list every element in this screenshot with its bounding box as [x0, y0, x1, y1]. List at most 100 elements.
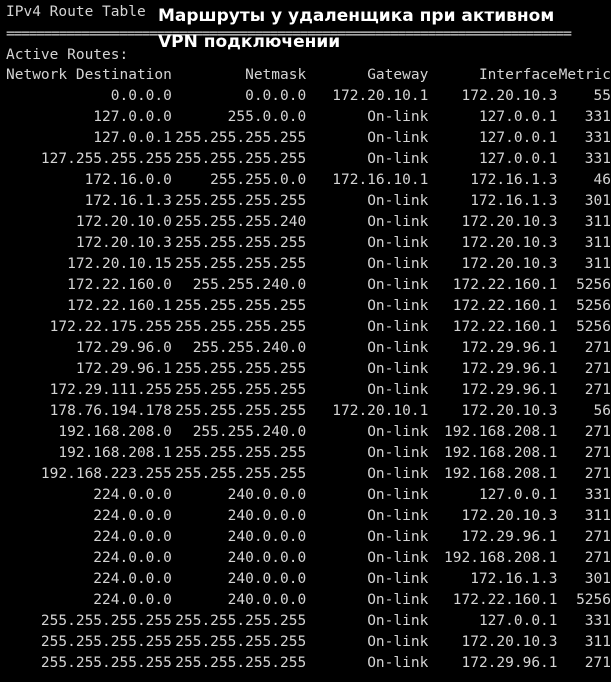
- cell-netmask: 0.0.0.0: [245, 88, 307, 104]
- active-routes-label: Active Routes:: [6, 47, 129, 63]
- table-row: 127.0.0.0 255.0.0.0 On-link 127.0.0.1 331: [6, 107, 611, 128]
- table-row: 224.0.0.0 240.0.0.0 On-link 172.22.160.1 525…: [6, 590, 611, 611]
- cell-interface: 127.0.0.1: [478, 130, 558, 146]
- table-row: 224.0.0.0 240.0.0.0 On-link 127.0.0.1 331: [6, 485, 611, 506]
- cell-gateway: On-link: [367, 235, 429, 251]
- table-row: 172.16.1.3 255.255.255.255 On-link 172.16.1…: [6, 191, 611, 212]
- cell-netmask: 255.255.255.255: [175, 361, 307, 377]
- table-row: 255.255.255.255 255.255.255.255 On-link 172…: [6, 653, 611, 674]
- cell-interface: 172.29.96.1: [461, 529, 558, 545]
- table-row: 127.255.255.255 255.255.255.255 On-link 127…: [6, 149, 611, 170]
- cell-netmask: 255.255.255.255: [175, 298, 307, 314]
- cell-network-destination: 127.255.255.255: [40, 151, 172, 167]
- cell-interface: 172.22.160.1: [452, 277, 558, 293]
- cell-metric: 301: [584, 571, 611, 587]
- cell-gateway: On-link: [367, 382, 429, 398]
- cell-gateway: On-link: [367, 151, 429, 167]
- cell-network-destination: 172.22.175.255: [49, 319, 172, 335]
- cell-network-destination: 224.0.0.0: [93, 571, 172, 587]
- cell-netmask: 255.255.255.255: [175, 382, 307, 398]
- table-row: 172.20.10.15 255.255.255.255 On-link 172.20…: [6, 254, 611, 275]
- cell-gateway: On-link: [367, 361, 429, 377]
- table-row: 224.0.0.0 240.0.0.0 On-link 172.20.10.3 311: [6, 506, 611, 527]
- cell-metric: 271: [584, 424, 611, 440]
- cell-network-destination: 224.0.0.0: [93, 592, 172, 608]
- cell-gateway: On-link: [367, 571, 429, 587]
- cell-metric: 331: [584, 487, 611, 503]
- cell-gateway: On-link: [367, 193, 429, 209]
- cell-netmask: 255.255.255.255: [175, 613, 307, 629]
- cell-gateway: On-link: [367, 445, 429, 461]
- cell-metric: 311: [584, 634, 611, 650]
- cell-netmask: 255.255.255.255: [175, 445, 307, 461]
- cell-interface: 172.29.96.1: [461, 340, 558, 356]
- table-row: 224.0.0.0 240.0.0.0 On-link 172.29.96.1 271: [6, 527, 611, 548]
- cell-gateway: On-link: [367, 130, 429, 146]
- routes-table: Network Destination Netmask Gateway Inte…: [6, 65, 611, 674]
- cell-metric: 56: [593, 403, 611, 419]
- cell-network-destination: 224.0.0.0: [93, 529, 172, 545]
- cell-interface: 192.168.208.1: [444, 424, 558, 440]
- header-netmask: Netmask: [245, 67, 307, 83]
- cell-gateway: On-link: [367, 214, 429, 230]
- cell-metric: 331: [584, 151, 611, 167]
- cell-network-destination: 172.22.160.1: [67, 298, 172, 314]
- cell-interface: 172.22.160.1: [452, 592, 558, 608]
- table-row: 172.20.10.0 255.255.255.240 On-link 172.20.…: [6, 212, 611, 233]
- cell-interface: 172.22.160.1: [452, 319, 558, 335]
- cell-metric: 271: [584, 529, 611, 545]
- cell-interface: 127.0.0.1: [478, 613, 558, 629]
- cell-netmask: 255.255.255.255: [175, 319, 307, 335]
- cell-netmask: 255.255.255.255: [175, 403, 307, 419]
- cell-metric: 271: [584, 340, 611, 356]
- cell-network-destination: 178.76.194.178: [49, 403, 172, 419]
- cell-metric: 271: [584, 466, 611, 482]
- table-row: 224.0.0.0 240.0.0.0 On-link 192.168.208.1 27…: [6, 548, 611, 569]
- cell-network-destination: 224.0.0.0: [93, 487, 172, 503]
- cell-network-destination: 255.255.255.255: [40, 613, 172, 629]
- cell-netmask: 240.0.0.0: [227, 529, 307, 545]
- table-row: 172.16.0.0 255.255.0.0 172.16.10.1 172.16.1…: [6, 170, 611, 191]
- cell-metric: 46: [593, 172, 611, 188]
- cell-interface: 127.0.0.1: [478, 487, 558, 503]
- header-gateway: Gateway: [367, 67, 429, 83]
- table-row: 172.29.96.0 255.255.240.0 On-link 172.29.96…: [6, 338, 611, 359]
- cell-gateway: On-link: [367, 298, 429, 314]
- cell-gateway: On-link: [367, 466, 429, 482]
- cell-netmask: 255.255.255.255: [175, 235, 307, 251]
- table-row: 172.29.96.1 255.255.255.255 On-link 172.29.…: [6, 359, 611, 380]
- cell-gateway: On-link: [367, 487, 429, 503]
- table-row: 0.0.0.0 0.0.0.0 172.20.10.1 172.20.10.3 55: [6, 86, 611, 107]
- cell-netmask: 255.255.0.0: [210, 172, 307, 188]
- table-row: 192.168.223.255 255.255.255.255 On-link 192…: [6, 464, 611, 485]
- table-row: 255.255.255.255 255.255.255.255 On-link 172…: [6, 632, 611, 653]
- table-row: 255.255.255.255 255.255.255.255 On-link 127…: [6, 611, 611, 632]
- routes-table-body: 0.0.0.0 0.0.0.0 172.20.10.1 172.20.10.3 55 12…: [6, 86, 611, 674]
- cell-gateway: On-link: [367, 340, 429, 356]
- cell-metric: 5256: [576, 592, 611, 608]
- cell-interface: 172.22.160.1: [452, 298, 558, 314]
- table-row: 172.22.175.255 255.255.255.255 On-link 172.…: [6, 317, 611, 338]
- cell-network-destination: 172.20.10.3: [75, 235, 172, 251]
- table-row: 172.29.111.255 255.255.255.255 On-link 172.…: [6, 380, 611, 401]
- cell-network-destination: 172.29.96.0: [75, 340, 172, 356]
- annotation-title: Маршруты у удаленщика при активном VPN п…: [158, 6, 555, 52]
- cell-netmask: 240.0.0.0: [227, 550, 307, 566]
- cell-gateway: 172.20.10.1: [332, 88, 429, 104]
- cell-interface: 172.20.10.3: [461, 88, 558, 104]
- cell-netmask: 255.255.255.255: [175, 634, 307, 650]
- cell-gateway: On-link: [367, 319, 429, 335]
- cell-interface: 172.16.1.3: [470, 172, 558, 188]
- cell-netmask: 255.255.255.255: [175, 466, 307, 482]
- cell-network-destination: 172.20.10.0: [75, 214, 172, 230]
- table-row: 224.0.0.0 240.0.0.0 On-link 172.16.1.3 301: [6, 569, 611, 590]
- cell-gateway: On-link: [367, 109, 429, 125]
- cell-metric: 271: [584, 550, 611, 566]
- cell-netmask: 255.255.240.0: [192, 340, 307, 356]
- cell-gateway: On-link: [367, 613, 429, 629]
- cell-metric: 311: [584, 235, 611, 251]
- table-row: 172.20.10.3 255.255.255.255 On-link 172.20.…: [6, 233, 611, 254]
- table-header-row: Network Destination Netmask Gateway Inte…: [6, 65, 611, 86]
- cell-metric: 331: [584, 109, 611, 125]
- cell-netmask: 255.255.240.0: [192, 424, 307, 440]
